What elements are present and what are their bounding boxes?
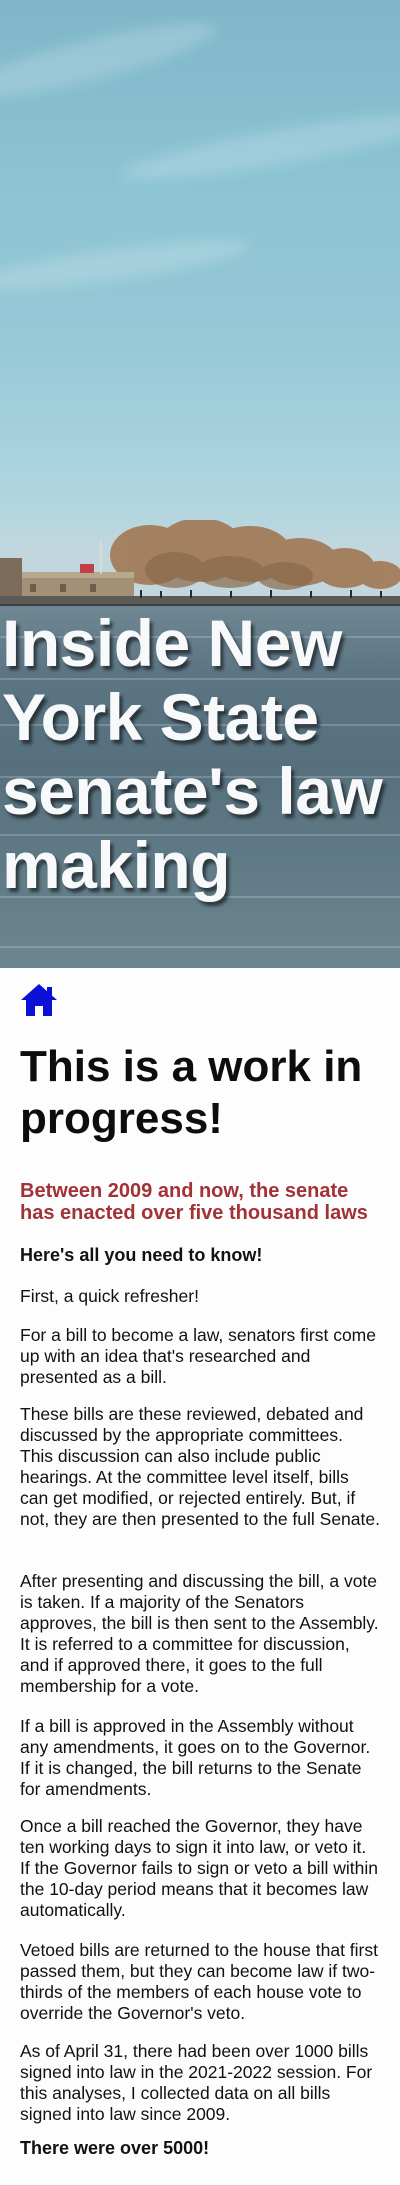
lead-text: Here's all you need to know! [20,1245,263,1265]
paragraph: As of April 31, there had been over 1000… [20,2041,373,2124]
paragraph: If a bill is approved in the Assembly wi… [20,1716,371,1799]
page-heading: This is a work in progress! [20,1042,363,1143]
page-subtitle: Between 2009 and now, the senate has ena… [20,1180,368,1224]
sky-cloud-streak [0,230,251,300]
hero-banner: Inside New York State senate's law makin… [0,0,400,968]
shoreline-illustration [0,520,400,610]
sky-cloud-streak [0,9,221,111]
home-icon [21,984,57,1016]
hero-title: Inside New York State senate's law makin… [2,606,383,902]
closing-statement: There were over 5000! [20,2138,210,2158]
sky-cloud-streak [119,102,400,192]
paragraph: These bills are these reviewed, debated … [20,1404,380,1529]
home-link[interactable] [20,982,58,1018]
paragraph: Once a bill reached the Governor, they h… [20,1816,378,1920]
paragraph: First, a quick refresher! [20,1286,199,1306]
paragraph: For a bill to become a law, senators fir… [20,1325,376,1387]
paragraph: After presenting and discussing the bill… [20,1571,379,1696]
paragraph: Vetoed bills are returned to the house t… [20,1940,378,2023]
